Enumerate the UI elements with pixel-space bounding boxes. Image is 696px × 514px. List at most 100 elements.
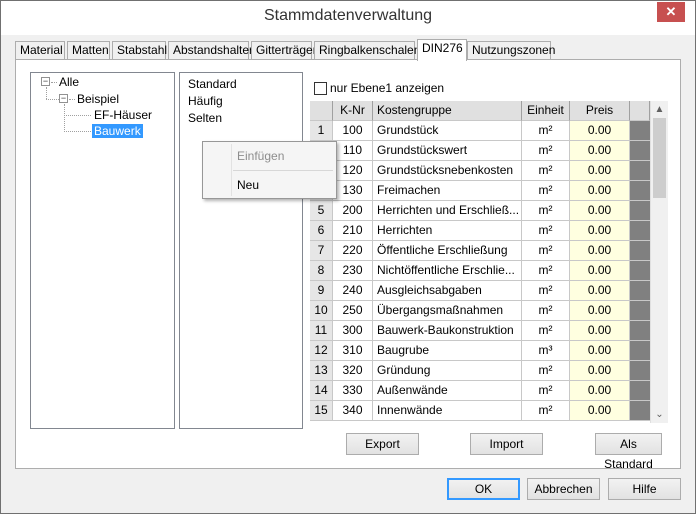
kostengruppen-grid[interactable]: K-Nr Kostengruppe Einheit Preis 1 100 Grun… <box>310 101 668 423</box>
kostengruppe-cell: Grundstück <box>373 121 522 141</box>
einheit-cell: m² <box>522 121 570 141</box>
import-button[interactable]: Import <box>470 433 543 455</box>
preis-cell[interactable]: 0.00 <box>570 161 630 181</box>
close-button[interactable]: ✕ <box>657 2 685 22</box>
tree-node-bauwerk[interactable]: Bauwerk <box>92 124 143 138</box>
context-menu-neu[interactable]: Neu <box>237 178 259 192</box>
preis-cell[interactable]: 0.00 <box>570 381 630 401</box>
preis-cell[interactable]: 0.00 <box>570 341 630 361</box>
einheit-cell: m² <box>522 221 570 241</box>
row-filler <box>630 121 650 141</box>
row-number[interactable]: 14 <box>310 381 333 401</box>
row-number[interactable]: 15 <box>310 401 333 421</box>
einheit-cell: m² <box>522 261 570 281</box>
tab-material[interactable]: Material <box>15 41 65 60</box>
preis-cell[interactable]: 0.00 <box>570 261 630 281</box>
einheit-cell: m² <box>522 181 570 201</box>
tree-node-alle[interactable]: Alle <box>59 75 79 89</box>
tree-connector <box>51 82 57 83</box>
row-number[interactable]: 1 <box>310 121 333 141</box>
tab-nutzungszonen[interactable]: Nutzungszonen <box>467 41 555 60</box>
header-kostengruppe[interactable]: Kostengruppe <box>373 101 522 121</box>
preis-cell[interactable]: 0.00 <box>570 361 630 381</box>
row-filler <box>630 281 650 301</box>
preis-cell[interactable]: 0.00 <box>570 181 630 201</box>
category-item-haeufig[interactable]: Häufig <box>188 94 223 108</box>
header-preis[interactable]: Preis <box>570 101 630 121</box>
knr-cell: 240 <box>333 281 373 301</box>
category-item-selten[interactable]: Selten <box>188 111 222 125</box>
row-filler <box>630 261 650 281</box>
nur-ebene1-label: nur Ebene1 anzeigen <box>330 81 445 95</box>
row-filler <box>630 161 650 181</box>
hilfe-button[interactable]: Hilfe <box>608 478 681 500</box>
kostengruppe-cell: Außenwände <box>373 381 522 401</box>
tab-din276[interactable]: DIN276 <box>417 39 467 61</box>
row-number[interactable]: 5 <box>310 201 333 221</box>
tree-node-ef-haeuser[interactable]: EF-Häuser <box>94 108 152 122</box>
category-item-standard[interactable]: Standard <box>188 77 237 91</box>
header-einheit[interactable]: Einheit <box>522 101 570 121</box>
row-number[interactable]: 9 <box>310 281 333 301</box>
preis-cell[interactable]: 0.00 <box>570 141 630 161</box>
einheit-cell: m² <box>522 201 570 221</box>
row-number[interactable]: 7 <box>310 241 333 261</box>
tree-connector <box>64 131 91 132</box>
tree-connector <box>64 115 91 116</box>
dialog-window: Stammdatenverwaltung ✕ Material Matten S… <box>0 0 696 514</box>
row-filler <box>630 321 650 341</box>
din276-panel: − Alle − Beispiel EF-Häuser Bauwerk Stan… <box>15 59 681 471</box>
preis-cell[interactable]: 0.00 <box>570 401 630 421</box>
kostengruppe-cell: Grundstückswert <box>373 141 522 161</box>
kostengruppe-cell: Herrichten <box>373 221 522 241</box>
scroll-down-icon[interactable]: ⌄ <box>651 406 668 423</box>
export-button[interactable]: Export <box>346 433 419 455</box>
category-list[interactable]: Standard Häufig Selten <box>179 72 303 429</box>
knr-cell: 200 <box>333 201 373 221</box>
context-menu-gutter <box>231 144 232 196</box>
row-number[interactable]: 12 <box>310 341 333 361</box>
kostengruppe-cell: Übergangsmaßnahmen <box>373 301 522 321</box>
kostengruppe-cell: Freimachen <box>373 181 522 201</box>
tab-matten[interactable]: Matten <box>67 41 110 60</box>
row-filler <box>630 181 650 201</box>
preis-cell[interactable]: 0.00 <box>570 121 630 141</box>
collapse-alle-icon[interactable]: − <box>41 77 50 86</box>
tab-ringbalkenschalen[interactable]: Ringbalkenschalen <box>314 41 420 60</box>
tree-connector <box>69 99 75 100</box>
tree-node-beispiel[interactable]: Beispiel <box>77 92 119 106</box>
nur-ebene1-checkbox[interactable] <box>314 82 327 95</box>
ok-button[interactable]: OK <box>447 478 520 500</box>
row-number[interactable]: 10 <box>310 301 333 321</box>
context-menu-einfuegen: Einfügen <box>237 149 285 163</box>
einheit-cell: m² <box>522 241 570 261</box>
tab-abstandshalter[interactable]: Abstandshalter <box>168 41 253 60</box>
row-number[interactable]: 13 <box>310 361 333 381</box>
einheit-cell: m² <box>522 381 570 401</box>
tab-gittertraeger[interactable]: Gitterträger <box>251 41 317 60</box>
knr-cell: 330 <box>333 381 373 401</box>
knr-cell: 100 <box>333 121 373 141</box>
preis-cell[interactable]: 0.00 <box>570 241 630 261</box>
row-number[interactable]: 8 <box>310 261 333 281</box>
tab-stabstahl[interactable]: Stabstahl <box>112 41 167 60</box>
kostengruppe-cell: Nichtöffentliche Erschlie... <box>373 261 522 281</box>
preis-cell[interactable]: 0.00 <box>570 301 630 321</box>
abbrechen-button[interactable]: Abbrechen <box>527 478 600 500</box>
als-standard-button[interactable]: Als Standard <box>595 433 662 471</box>
group-tree[interactable]: − Alle − Beispiel EF-Häuser Bauwerk <box>30 72 175 429</box>
preis-cell[interactable]: 0.00 <box>570 221 630 241</box>
row-number[interactable]: 11 <box>310 321 333 341</box>
scroll-up-icon[interactable]: ▲ <box>651 101 668 118</box>
knr-cell: 250 <box>333 301 373 321</box>
preis-cell[interactable]: 0.00 <box>570 321 630 341</box>
einheit-cell: m² <box>522 321 570 341</box>
collapse-beispiel-icon[interactable]: − <box>59 94 68 103</box>
row-filler <box>630 341 650 361</box>
preis-cell[interactable]: 0.00 <box>570 281 630 301</box>
grid-scrollbar[interactable]: ▲ ⌄ <box>650 101 668 423</box>
scroll-thumb[interactable] <box>653 118 666 198</box>
preis-cell[interactable]: 0.00 <box>570 201 630 221</box>
row-number[interactable]: 6 <box>310 221 333 241</box>
header-knr[interactable]: K-Nr <box>333 101 373 121</box>
